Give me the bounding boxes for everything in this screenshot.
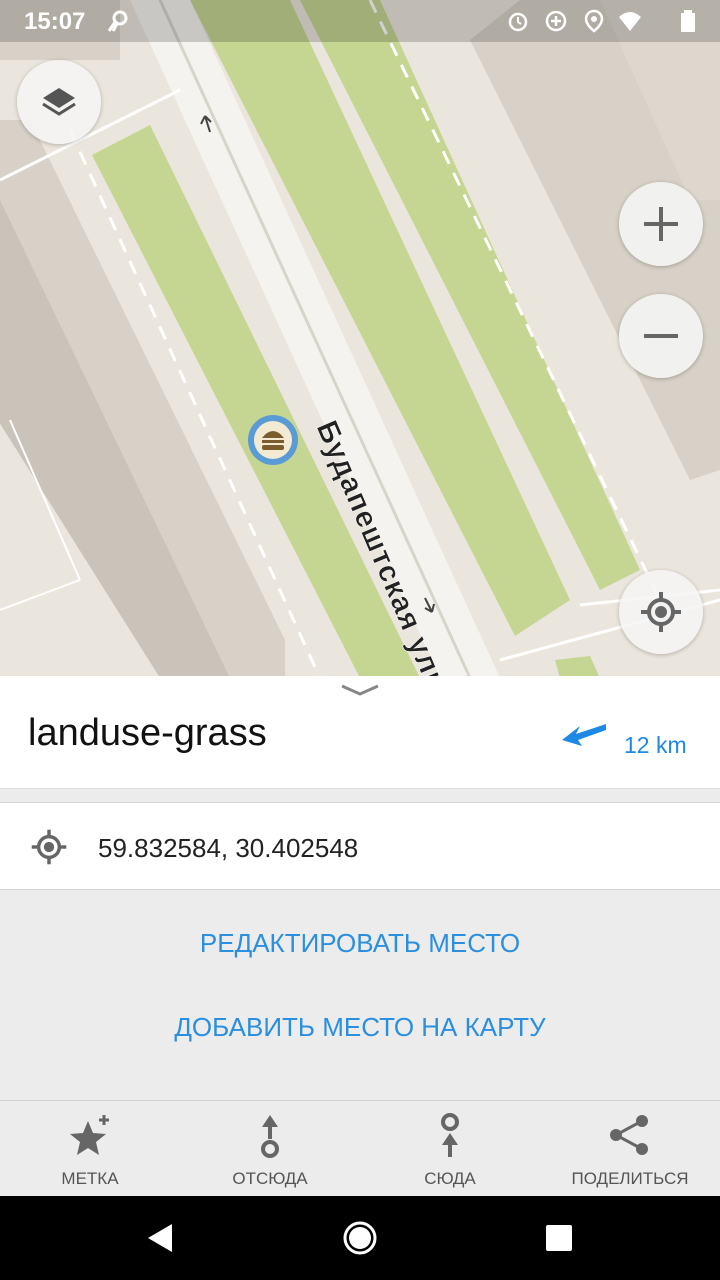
navigation-app-icon <box>107 10 128 32</box>
distance-label: 12 km <box>624 732 687 758</box>
battery-icon <box>681 10 695 32</box>
recents-icon[interactable] <box>545 1224 573 1252</box>
my-location-icon <box>641 592 681 632</box>
place-title: landuse-grass <box>28 712 267 754</box>
coordinates-text: 59.832584, 30.402548 <box>98 833 359 863</box>
route-from-button[interactable]: ОТСЮДА <box>180 1101 360 1197</box>
edit-place-button[interactable]: РЕДАКТИРОВАТЬ МЕСТО <box>0 928 720 959</box>
burger-icon[interactable] <box>247 414 299 466</box>
bookmark-label: МЕТКА <box>61 1169 119 1188</box>
route-to-label: СЮДА <box>424 1169 476 1188</box>
add-place-button[interactable]: ДОБАВИТЬ МЕСТО НА КАРТУ <box>0 1012 720 1043</box>
route-from-label: ОТСЮДА <box>232 1169 308 1188</box>
coordinates-row[interactable]: 59.832584, 30.402548 <box>0 802 720 890</box>
bottom-action-bar: МЕТКА ОТСЮДА СЮДА ПОДЕЛИТЬСЯ <box>0 1100 720 1197</box>
chevron-down-icon[interactable] <box>340 682 380 698</box>
bookmark-button[interactable]: МЕТКА <box>0 1101 180 1197</box>
route-to-icon <box>441 1113 459 1157</box>
status-bar: 15:07 <box>0 0 720 42</box>
share-button[interactable]: ПОДЕЛИТЬСЯ <box>540 1101 720 1197</box>
location-icon <box>584 9 604 33</box>
map-view[interactable]: Будапештская улица <box>0 0 720 678</box>
my-location-button[interactable] <box>619 570 703 654</box>
map-canvas[interactable] <box>0 0 720 678</box>
status-time: 15:07 <box>24 8 86 35</box>
zoom-out-icon <box>644 334 678 338</box>
place-header[interactable]: landuse-grass 12 km <box>0 676 720 789</box>
zoom-in-button[interactable] <box>619 182 703 266</box>
alarm-icon <box>508 12 528 32</box>
home-icon[interactable] <box>342 1220 378 1256</box>
layers-button[interactable] <box>17 60 101 144</box>
data-saver-icon <box>545 10 567 32</box>
direction-arrow-icon <box>562 724 606 746</box>
zoom-out-button[interactable] <box>619 294 703 378</box>
place-sheet: landuse-grass 12 km 59.832584, 30.402548… <box>0 676 720 1197</box>
share-icon <box>610 1115 648 1155</box>
layers-icon <box>42 88 76 116</box>
wifi-icon <box>619 12 641 31</box>
route-from-icon <box>261 1115 279 1158</box>
route-to-button[interactable]: СЮДА <box>360 1101 540 1197</box>
back-icon[interactable] <box>146 1222 174 1254</box>
star-add-icon <box>70 1115 109 1155</box>
location-target-icon <box>31 829 67 865</box>
share-label: ПОДЕЛИТЬСЯ <box>571 1169 689 1188</box>
zoom-in-icon <box>644 207 678 241</box>
system-nav-bar <box>0 1196 720 1280</box>
